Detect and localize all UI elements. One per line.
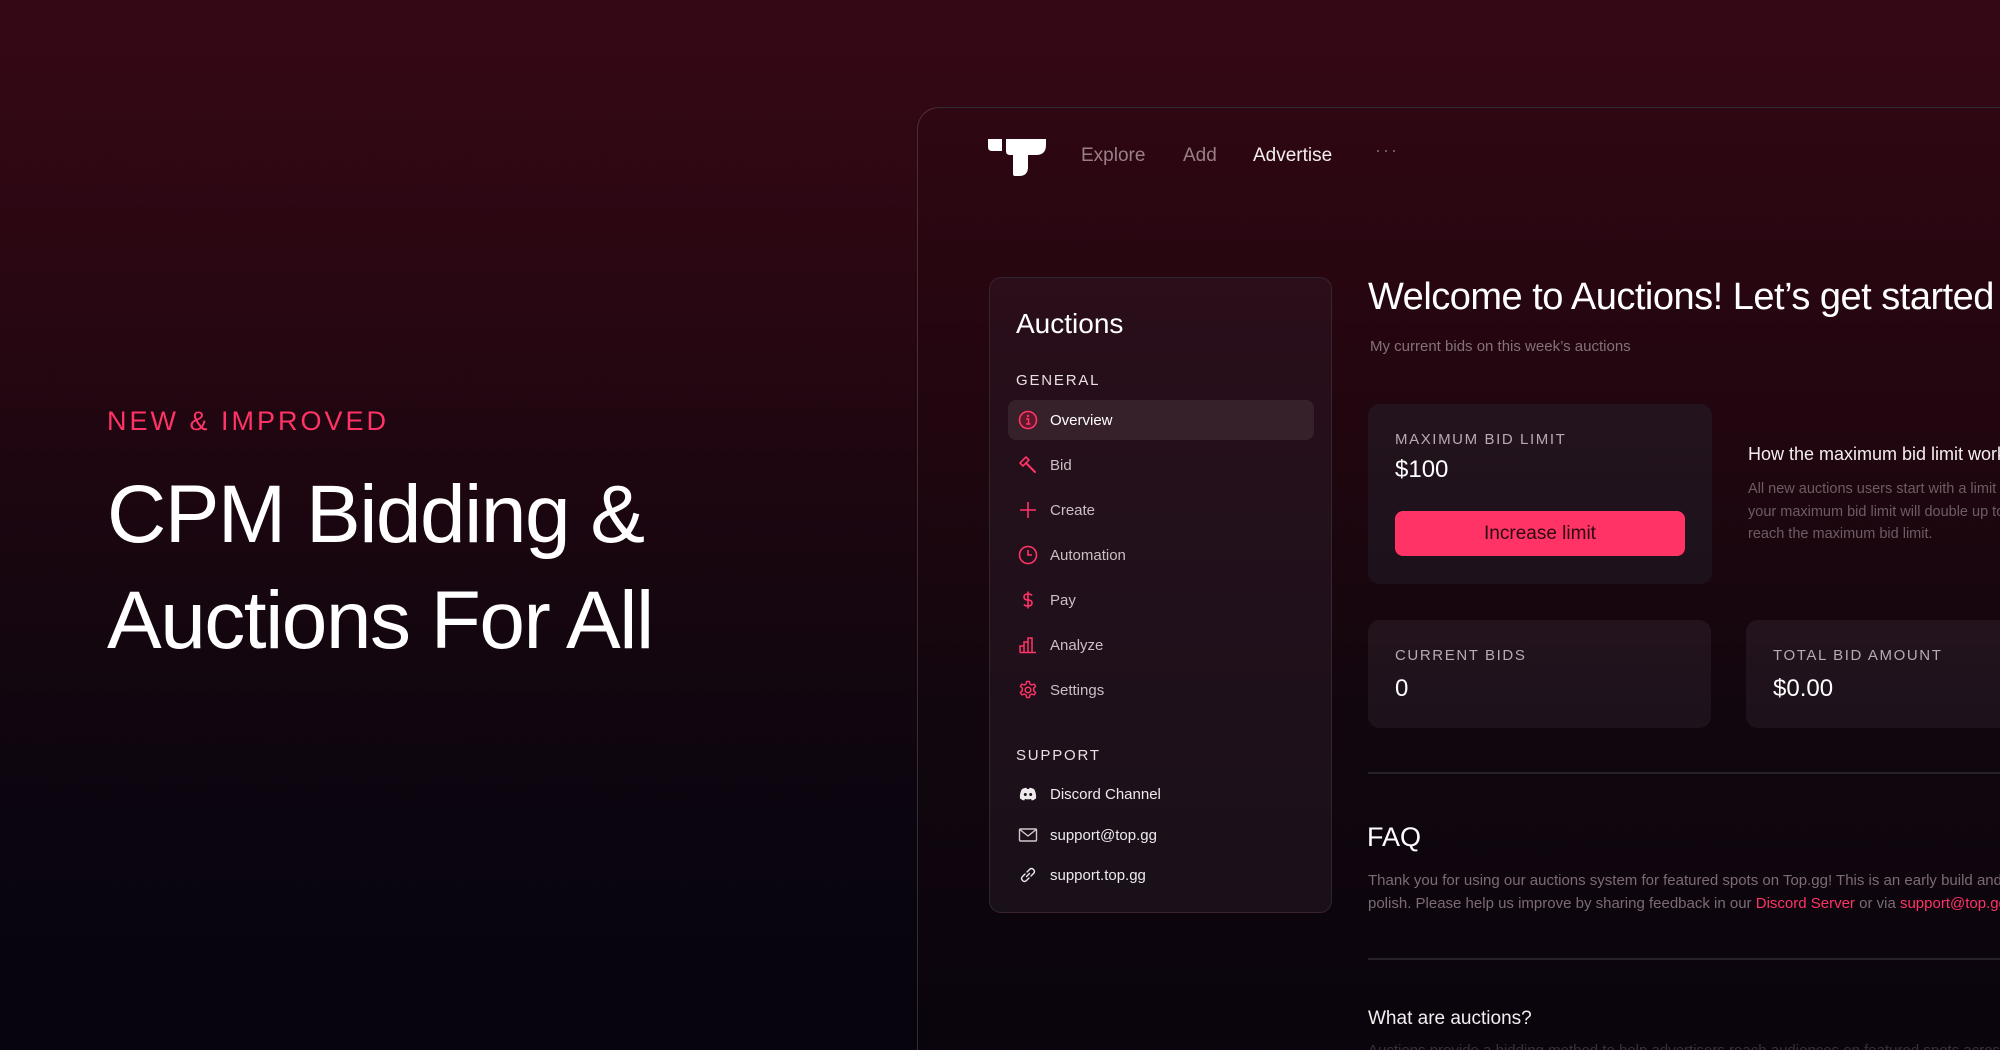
faq-question-answer: Auctions provide a bidding method to hel…: [1368, 1042, 2000, 1050]
page-subtitle: My current bids on this week’s auctions: [1370, 338, 1631, 355]
hero-title: CPM Bidding & Auctions For All: [107, 462, 654, 674]
nav-advertise[interactable]: Advertise: [1253, 145, 1332, 167]
sidebar-item-analyze[interactable]: Analyze: [1008, 625, 1314, 665]
how-limit-works-title: How the maximum bid limit works: [1748, 444, 2000, 464]
sidebar-item-label: Automation: [1050, 546, 1126, 564]
discord-icon: [1018, 784, 1038, 804]
plus-icon: [1018, 500, 1038, 520]
gavel-icon: [1018, 455, 1038, 475]
sidebar-item-support-site[interactable]: support.top.gg: [1008, 855, 1314, 895]
nav-add[interactable]: Add: [1183, 145, 1217, 167]
sidebar-item-label: Pay: [1050, 591, 1076, 609]
link-icon: [1018, 865, 1038, 885]
increase-limit-button[interactable]: Increase limit: [1395, 511, 1685, 556]
faq-intro: Thank you for using our auctions system …: [1368, 869, 2000, 915]
max-bid-limit-value: $100: [1395, 456, 1449, 483]
gear-icon: [1018, 680, 1038, 700]
more-menu-icon[interactable]: ···: [1375, 140, 1399, 161]
sidebar-item-label: support@top.gg: [1050, 826, 1157, 844]
sidebar-item-overview[interactable]: Overview: [1008, 400, 1314, 440]
sidebar-item-label: Analyze: [1050, 636, 1104, 654]
hero-title-line-2: Auctions For All: [107, 575, 654, 666]
page-title: Welcome to Auctions! Let’s get started: [1368, 276, 1994, 318]
sidebar-item-label: support.top.gg: [1050, 866, 1146, 884]
faq-text-segment: polish. Please help us improve by sharin…: [1368, 895, 1756, 912]
faq-intro-line-2: polish. Please help us improve by sharin…: [1368, 892, 2000, 915]
sidebar-item-label: Bid: [1050, 456, 1072, 474]
top-nav: [988, 138, 1046, 176]
sidebar-item-settings[interactable]: Settings: [1008, 670, 1314, 710]
sidebar-section-general: GENERAL: [1016, 372, 1101, 389]
nav-explore[interactable]: Explore: [1081, 145, 1145, 167]
how-limit-works-text: All new auctions users start with a limi…: [1748, 481, 2000, 542]
sidebar-item-label: Overview: [1050, 411, 1113, 429]
max-bid-limit-label: MAXIMUM BID LIMIT: [1395, 431, 1567, 448]
sidebar-item-automation[interactable]: Automation: [1008, 535, 1314, 575]
max-bid-limit-card: MAXIMUM BID LIMIT $100 Increase limit: [1368, 404, 1712, 584]
faq-text-segment: or via: [1854, 895, 1900, 912]
total-bid-amount-card: TOTAL BID AMOUNT $0.00: [1746, 620, 2000, 728]
sidebar-item-bid[interactable]: Bid: [1008, 445, 1314, 485]
faq-question-title[interactable]: What are auctions?: [1368, 1008, 1532, 1030]
info-icon: [1018, 410, 1038, 430]
sidebar-title: Auctions: [1016, 308, 1124, 339]
divider: [1368, 772, 2000, 774]
bar-chart-icon: [1018, 635, 1038, 655]
hero-title-line-1: CPM Bidding &: [107, 469, 645, 560]
current-bids-value: 0: [1395, 675, 1409, 702]
dollar-icon: [1018, 590, 1038, 610]
sidebar-item-label: Create: [1050, 501, 1096, 519]
hero: NEW & IMPROVED CPM Bidding & Auctions Fo…: [107, 404, 654, 674]
sidebar-item-create[interactable]: Create: [1008, 490, 1314, 530]
sidebar-item-label: Settings: [1050, 681, 1105, 699]
total-bid-amount-value: $0.00: [1773, 675, 1834, 702]
sidebar-item-discord[interactable]: Discord Channel: [1008, 774, 1314, 814]
sidebar-item-email[interactable]: support@top.gg: [1008, 815, 1314, 855]
sidebar-item-pay[interactable]: Pay: [1008, 580, 1314, 620]
hero-eyebrow: NEW & IMPROVED: [107, 406, 390, 436]
topgg-logo-icon[interactable]: [988, 138, 1046, 176]
current-bids-card: CURRENT BIDS 0: [1368, 620, 1711, 728]
faq-title: FAQ: [1367, 822, 1422, 852]
support-email-link[interactable]: support@top.gg: [1900, 895, 2000, 912]
divider: [1368, 958, 2000, 960]
current-bids-label: CURRENT BIDS: [1395, 647, 1527, 664]
sidebar: Auctions GENERAL Overview Bid Create Aut…: [989, 277, 1332, 913]
faq-intro-line-1: Thank you for using our auctions system …: [1368, 872, 2000, 889]
sidebar-item-label: Discord Channel: [1050, 785, 1161, 803]
mail-icon: [1018, 825, 1038, 845]
discord-server-link[interactable]: Discord Server: [1756, 895, 1855, 912]
sidebar-section-support: SUPPORT: [1016, 747, 1101, 764]
total-bid-amount-label: TOTAL BID AMOUNT: [1773, 647, 1943, 664]
clock-icon: [1018, 545, 1038, 565]
